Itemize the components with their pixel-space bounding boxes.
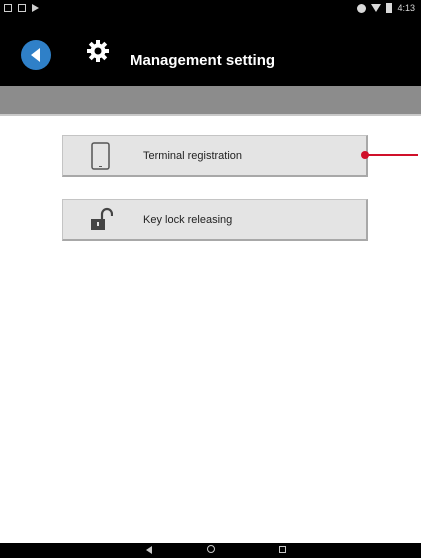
wifi-icon [371,4,382,12]
status-bar-right: 4:13 [357,3,415,13]
header-band-edge [0,114,421,116]
sd-card-icon [18,4,26,12]
alarm-icon [357,3,367,13]
home-icon[interactable] [207,545,215,553]
status-bar-left [4,4,39,12]
image-icon [4,4,12,12]
status-bar: 4:13 [0,0,421,22]
gear-icon [87,40,109,62]
recent-apps-icon[interactable] [279,546,286,553]
screen: 4:13 Management setting Terminal registr… [0,0,421,558]
app-bar: Management setting [0,22,421,86]
key-lock-releasing-button[interactable]: Key lock releasing [62,199,368,241]
back-icon[interactable] [146,546,152,554]
terminal-registration-label: Terminal registration [143,150,243,162]
back-arrow-icon [31,48,40,62]
battery-icon [386,3,393,13]
play-icon [32,4,39,12]
unlock-icon [89,206,114,234]
callout-marker-line [368,154,418,156]
status-time: 4:13 [397,3,415,13]
page-title: Management setting [130,52,276,69]
back-button[interactable] [21,40,51,70]
key-lock-releasing-label: Key lock releasing [143,214,233,226]
terminal-registration-button[interactable]: Terminal registration [62,135,368,177]
tablet-icon [89,142,113,170]
header-band [0,86,421,114]
navigation-bar [0,543,421,558]
